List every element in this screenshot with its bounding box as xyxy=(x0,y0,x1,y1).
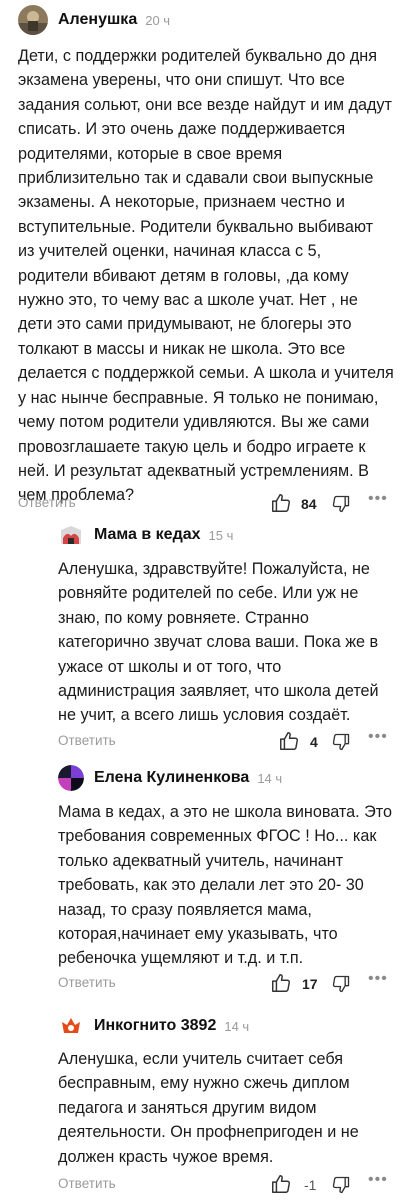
comment-header: Инкогнито 3892 14 ч xyxy=(58,1013,249,1039)
like-count: -1 xyxy=(304,1177,317,1193)
comment-text: Аленушка, если учитель считает себя бесп… xyxy=(58,1050,359,1166)
thumbs-down-icon[interactable] xyxy=(331,494,351,519)
comment-text: Аленушка, здравствуйте! Пожалуйста, не р… xyxy=(58,560,379,725)
avatar[interactable] xyxy=(18,5,48,35)
reply-button[interactable]: Ответить xyxy=(58,975,116,990)
like-count: 84 xyxy=(301,496,317,512)
comment-time: 14 ч xyxy=(257,770,283,786)
author-name[interactable]: Инкогнито 3892 xyxy=(94,1017,216,1035)
author-name[interactable]: Мама в кедах xyxy=(94,526,201,544)
comment: Аленушка 20 ч Дети, с поддержки родителе… xyxy=(0,0,408,520)
author-name[interactable]: Елена Кулиненкова xyxy=(94,769,249,787)
avatar[interactable] xyxy=(58,765,84,791)
comment-actions: Ответить -1 ••• xyxy=(58,1171,390,1200)
author-name[interactable]: Аленушка xyxy=(58,11,137,29)
thumbs-down-icon[interactable] xyxy=(331,974,351,999)
avatar[interactable] xyxy=(58,1013,84,1039)
reply-comment: Елена Кулиненкова 14 ч Мама в кедах, а э… xyxy=(0,760,408,1005)
thumbs-up-icon[interactable] xyxy=(270,492,292,519)
thumbs-down-icon[interactable] xyxy=(331,732,351,757)
more-options-button[interactable]: ••• xyxy=(368,490,388,508)
more-options-button[interactable]: ••• xyxy=(368,1171,388,1189)
comment-text: Дети, с поддержки родителей буквально до… xyxy=(18,47,394,505)
thumbs-up-icon[interactable] xyxy=(270,972,292,999)
comment-actions: Ответить 17 ••• xyxy=(58,970,390,999)
comment-actions: Ответить 4 ••• xyxy=(58,728,390,757)
comment-actions: Ответить 84 ••• xyxy=(18,490,390,519)
like-count: 17 xyxy=(302,976,318,992)
reply-comment: Инкогнито 3892 14 ч Аленушка, если учите… xyxy=(0,1005,408,1200)
reply-comment: Мама в кедах 15 ч Аленушка, здравствуйте… xyxy=(0,520,408,760)
comment-header: Мама в кедах 15 ч xyxy=(58,522,233,548)
avatar[interactable] xyxy=(58,522,84,548)
comment-time: 20 ч xyxy=(145,12,171,28)
thumbs-down-icon[interactable] xyxy=(331,1175,351,1200)
comment-time: 14 ч xyxy=(224,1018,250,1034)
more-options-button[interactable]: ••• xyxy=(368,970,388,988)
reply-button[interactable]: Ответить xyxy=(58,1176,116,1191)
comment-time: 15 ч xyxy=(208,527,234,543)
reply-button[interactable]: Ответить xyxy=(58,733,116,748)
thumbs-up-icon[interactable] xyxy=(270,1173,292,1200)
reply-button[interactable]: Ответить xyxy=(18,495,76,510)
comment-header: Аленушка 20 ч xyxy=(18,5,170,35)
comment-header: Елена Кулиненкова 14 ч xyxy=(58,765,282,791)
thumbs-up-icon[interactable] xyxy=(278,730,300,757)
like-count: 4 xyxy=(310,734,318,750)
more-options-button[interactable]: ••• xyxy=(368,728,388,746)
comment-text: Мама в кедах, а это не школа виновата. Э… xyxy=(58,803,393,968)
